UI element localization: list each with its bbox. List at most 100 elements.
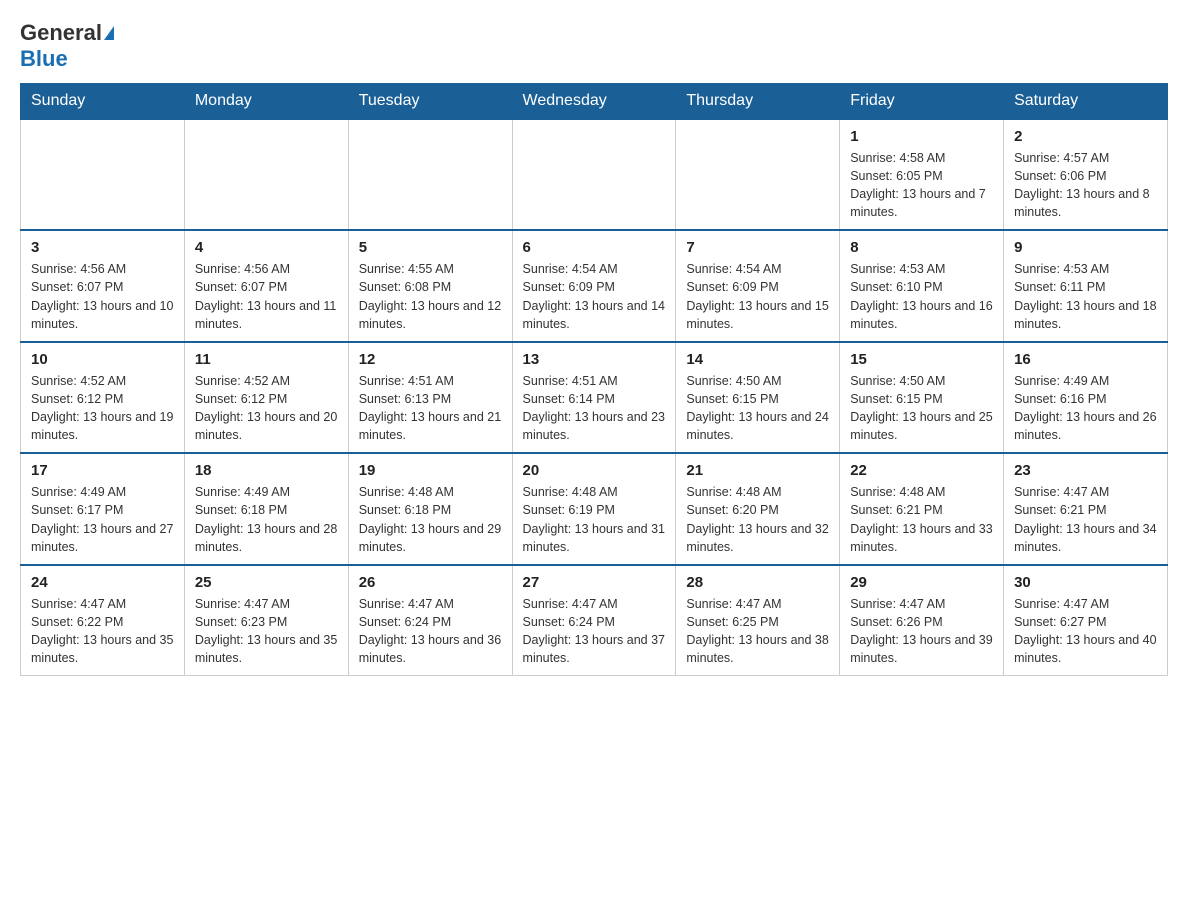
calendar-cell: 10Sunrise: 4:52 AM Sunset: 6:12 PM Dayli…	[21, 342, 185, 454]
day-info: Sunrise: 4:47 AM Sunset: 6:24 PM Dayligh…	[359, 595, 502, 668]
day-number: 5	[359, 239, 502, 256]
day-number: 11	[195, 351, 338, 368]
calendar-cell: 7 Sunrise: 4:54 AM Sunset: 6:09 PM Daylig…	[676, 230, 840, 342]
day-number: 12	[359, 351, 502, 368]
day-info: Sunrise: 4:53 AM Sunset: 6:10 PM Dayligh…	[850, 260, 993, 333]
day-info: Sunrise: 4:47 AM Sunset: 6:23 PM Dayligh…	[195, 595, 338, 668]
calendar-cell: 3Sunrise: 4:56 AM Sunset: 6:07 PM Daylig…	[21, 230, 185, 342]
calendar-cell: 1 Sunrise: 4:58 AM Sunset: 6:05 PM Daylig…	[840, 119, 1004, 231]
day-number: 28	[686, 574, 829, 591]
day-info: Sunrise: 4:47 AM Sunset: 6:24 PM Dayligh…	[523, 595, 666, 668]
calendar-cell: 18 Sunrise: 4:49 AM Sunset: 6:18 PM Dayli…	[184, 453, 348, 565]
day-info: Sunrise: 4:58 AM Sunset: 6:05 PM Dayligh…	[850, 149, 993, 222]
day-number: 6	[523, 239, 666, 256]
day-info: Sunrise: 4:56 AM Sunset: 6:07 PM Dayligh…	[31, 260, 174, 333]
calendar-cell: 22 Sunrise: 4:48 AM Sunset: 6:21 PM Dayli…	[840, 453, 1004, 565]
calendar-cell: 14 Sunrise: 4:50 AM Sunset: 6:15 PM Dayli…	[676, 342, 840, 454]
day-number: 1	[850, 128, 993, 145]
day-number: 13	[523, 351, 666, 368]
day-info: Sunrise: 4:53 AM Sunset: 6:11 PM Dayligh…	[1014, 260, 1157, 333]
day-number: 22	[850, 462, 993, 479]
day-info: Sunrise: 4:51 AM Sunset: 6:13 PM Dayligh…	[359, 372, 502, 445]
logo: General Blue	[20, 20, 114, 73]
header-sunday: Sunday	[21, 83, 185, 119]
header-tuesday: Tuesday	[348, 83, 512, 119]
calendar-cell: 30 Sunrise: 4:47 AM Sunset: 6:27 PM Dayli…	[1004, 565, 1168, 676]
day-number: 17	[31, 462, 174, 479]
day-number: 20	[523, 462, 666, 479]
calendar-cell: 4 Sunrise: 4:56 AM Sunset: 6:07 PM Daylig…	[184, 230, 348, 342]
day-info: Sunrise: 4:54 AM Sunset: 6:09 PM Dayligh…	[686, 260, 829, 333]
calendar-cell: 8 Sunrise: 4:53 AM Sunset: 6:10 PM Daylig…	[840, 230, 1004, 342]
day-info: Sunrise: 4:54 AM Sunset: 6:09 PM Dayligh…	[523, 260, 666, 333]
day-info: Sunrise: 4:55 AM Sunset: 6:08 PM Dayligh…	[359, 260, 502, 333]
calendar-table: SundayMondayTuesdayWednesdayThursdayFrid…	[20, 83, 1168, 677]
day-info: Sunrise: 4:51 AM Sunset: 6:14 PM Dayligh…	[523, 372, 666, 445]
day-info: Sunrise: 4:47 AM Sunset: 6:27 PM Dayligh…	[1014, 595, 1157, 668]
day-info: Sunrise: 4:48 AM Sunset: 6:20 PM Dayligh…	[686, 483, 829, 556]
week-row-4: 17Sunrise: 4:49 AM Sunset: 6:17 PM Dayli…	[21, 453, 1168, 565]
day-number: 18	[195, 462, 338, 479]
day-info: Sunrise: 4:47 AM Sunset: 6:22 PM Dayligh…	[31, 595, 174, 668]
week-row-3: 10Sunrise: 4:52 AM Sunset: 6:12 PM Dayli…	[21, 342, 1168, 454]
calendar-cell: 17Sunrise: 4:49 AM Sunset: 6:17 PM Dayli…	[21, 453, 185, 565]
day-number: 2	[1014, 128, 1157, 145]
day-info: Sunrise: 4:49 AM Sunset: 6:18 PM Dayligh…	[195, 483, 338, 556]
calendar-cell: 19 Sunrise: 4:48 AM Sunset: 6:18 PM Dayli…	[348, 453, 512, 565]
day-info: Sunrise: 4:50 AM Sunset: 6:15 PM Dayligh…	[850, 372, 993, 445]
calendar-header-row: SundayMondayTuesdayWednesdayThursdayFrid…	[21, 83, 1168, 119]
calendar-cell: 11Sunrise: 4:52 AM Sunset: 6:12 PM Dayli…	[184, 342, 348, 454]
day-number: 19	[359, 462, 502, 479]
day-number: 9	[1014, 239, 1157, 256]
day-info: Sunrise: 4:57 AM Sunset: 6:06 PM Dayligh…	[1014, 149, 1157, 222]
header-wednesday: Wednesday	[512, 83, 676, 119]
calendar-cell: 25 Sunrise: 4:47 AM Sunset: 6:23 PM Dayli…	[184, 565, 348, 676]
week-row-1: 1 Sunrise: 4:58 AM Sunset: 6:05 PM Daylig…	[21, 119, 1168, 231]
day-info: Sunrise: 4:47 AM Sunset: 6:25 PM Dayligh…	[686, 595, 829, 668]
calendar-cell: 27 Sunrise: 4:47 AM Sunset: 6:24 PM Dayli…	[512, 565, 676, 676]
calendar-cell: 21 Sunrise: 4:48 AM Sunset: 6:20 PM Dayli…	[676, 453, 840, 565]
day-info: Sunrise: 4:52 AM Sunset: 6:12 PM Dayligh…	[31, 372, 174, 445]
calendar-cell: 12 Sunrise: 4:51 AM Sunset: 6:13 PM Dayli…	[348, 342, 512, 454]
calendar-cell: 28 Sunrise: 4:47 AM Sunset: 6:25 PM Dayli…	[676, 565, 840, 676]
day-number: 16	[1014, 351, 1157, 368]
day-number: 23	[1014, 462, 1157, 479]
day-info: Sunrise: 4:56 AM Sunset: 6:07 PM Dayligh…	[195, 260, 338, 333]
day-info: Sunrise: 4:50 AM Sunset: 6:15 PM Dayligh…	[686, 372, 829, 445]
calendar-cell	[512, 119, 676, 231]
calendar-cell: 24 Sunrise: 4:47 AM Sunset: 6:22 PM Dayli…	[21, 565, 185, 676]
week-row-5: 24 Sunrise: 4:47 AM Sunset: 6:22 PM Dayli…	[21, 565, 1168, 676]
day-info: Sunrise: 4:49 AM Sunset: 6:16 PM Dayligh…	[1014, 372, 1157, 445]
day-info: Sunrise: 4:48 AM Sunset: 6:21 PM Dayligh…	[850, 483, 993, 556]
day-number: 21	[686, 462, 829, 479]
day-number: 26	[359, 574, 502, 591]
calendar-cell: 2 Sunrise: 4:57 AM Sunset: 6:06 PM Daylig…	[1004, 119, 1168, 231]
day-number: 14	[686, 351, 829, 368]
day-number: 7	[686, 239, 829, 256]
day-number: 15	[850, 351, 993, 368]
day-number: 24	[31, 574, 174, 591]
header-friday: Friday	[840, 83, 1004, 119]
calendar-cell: 5 Sunrise: 4:55 AM Sunset: 6:08 PM Daylig…	[348, 230, 512, 342]
day-number: 25	[195, 574, 338, 591]
day-number: 8	[850, 239, 993, 256]
calendar-cell: 16 Sunrise: 4:49 AM Sunset: 6:16 PM Dayli…	[1004, 342, 1168, 454]
day-number: 30	[1014, 574, 1157, 591]
day-number: 29	[850, 574, 993, 591]
calendar-cell	[184, 119, 348, 231]
day-info: Sunrise: 4:48 AM Sunset: 6:19 PM Dayligh…	[523, 483, 666, 556]
calendar-cell: 9 Sunrise: 4:53 AM Sunset: 6:11 PM Daylig…	[1004, 230, 1168, 342]
header-thursday: Thursday	[676, 83, 840, 119]
calendar-cell	[21, 119, 185, 231]
logo-general-text: General	[20, 20, 102, 46]
page-header: General Blue	[20, 20, 1168, 73]
calendar-cell: 23 Sunrise: 4:47 AM Sunset: 6:21 PM Dayli…	[1004, 453, 1168, 565]
day-number: 27	[523, 574, 666, 591]
day-number: 4	[195, 239, 338, 256]
day-info: Sunrise: 4:48 AM Sunset: 6:18 PM Dayligh…	[359, 483, 502, 556]
calendar-cell: 13 Sunrise: 4:51 AM Sunset: 6:14 PM Dayli…	[512, 342, 676, 454]
calendar-cell: 20 Sunrise: 4:48 AM Sunset: 6:19 PM Dayli…	[512, 453, 676, 565]
header-monday: Monday	[184, 83, 348, 119]
calendar-cell: 6 Sunrise: 4:54 AM Sunset: 6:09 PM Daylig…	[512, 230, 676, 342]
day-info: Sunrise: 4:47 AM Sunset: 6:21 PM Dayligh…	[1014, 483, 1157, 556]
